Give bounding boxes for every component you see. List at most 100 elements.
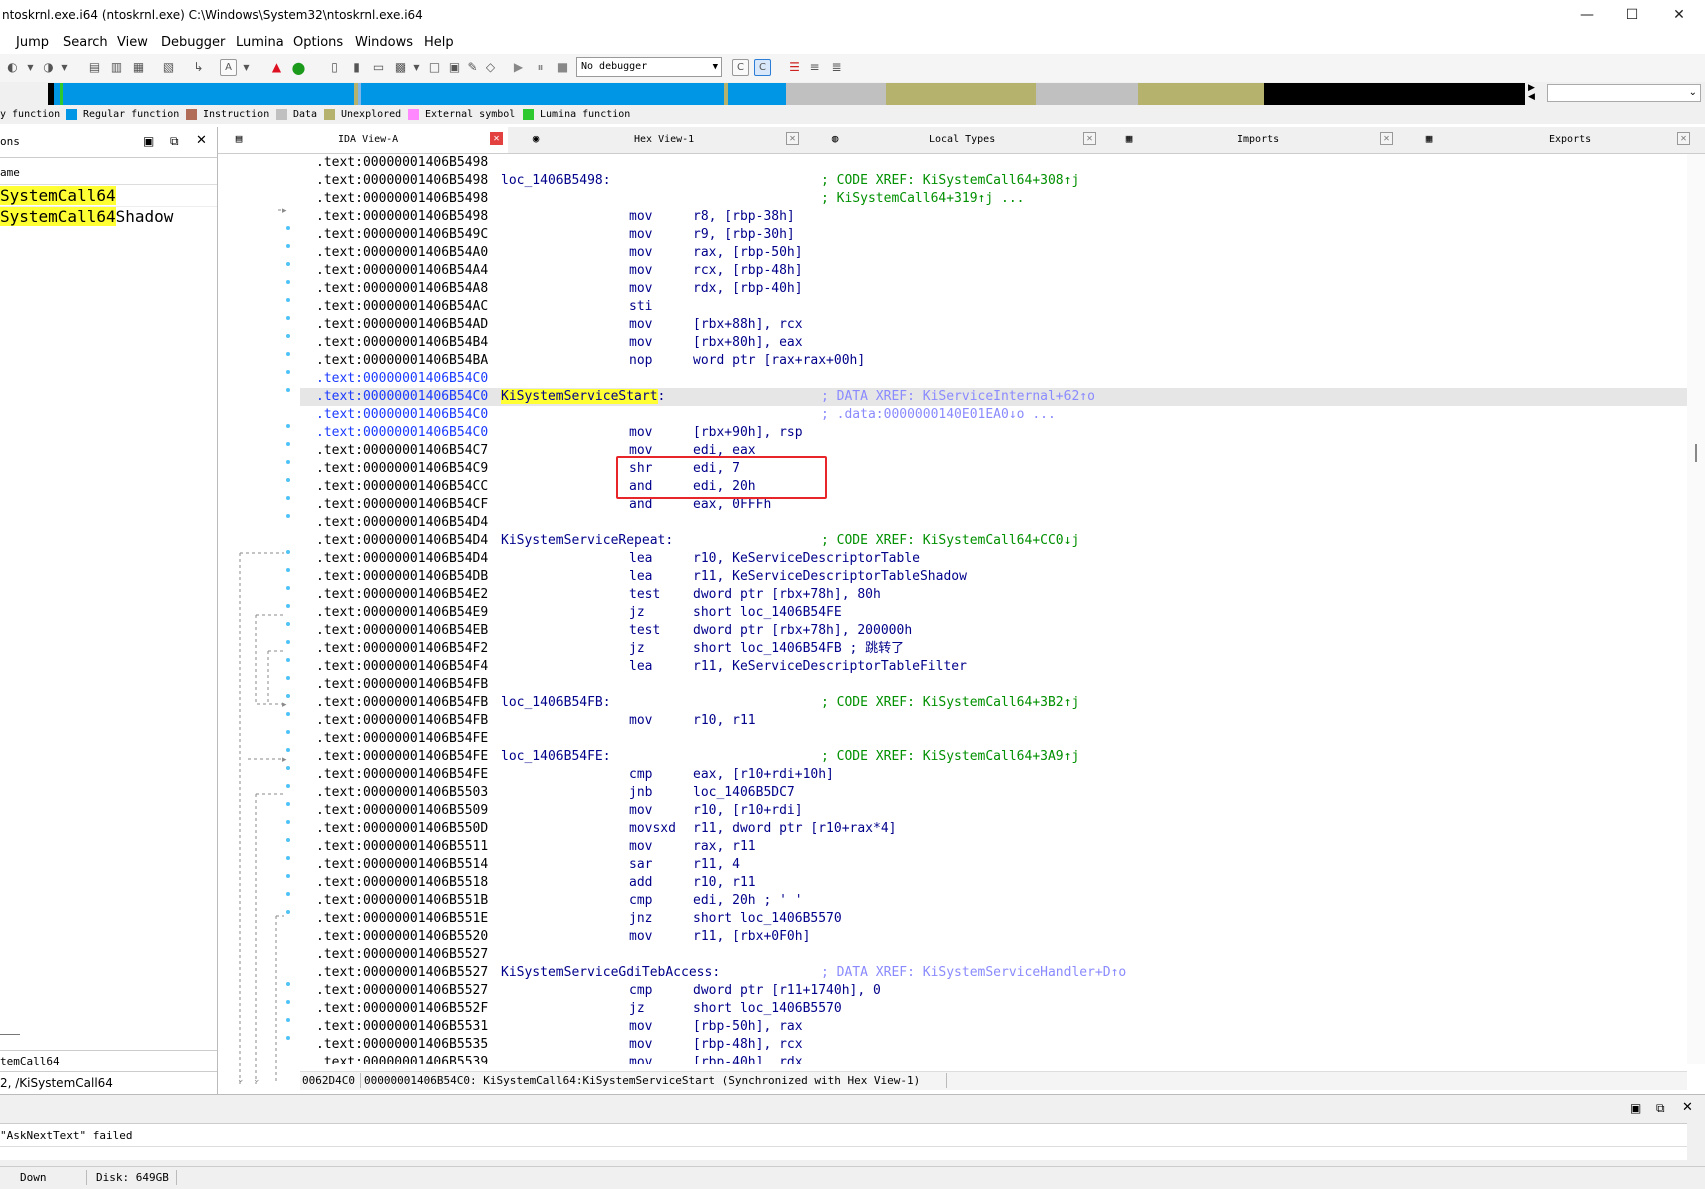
- code-line[interactable]: .text:00000001406B5498 mov r8, [rbp-38h]: [300, 208, 1687, 226]
- code-line[interactable]: .text:00000001406B54A0 mov rax, [rbp-50h]: [300, 244, 1687, 262]
- code-line[interactable]: .text:00000001406B54CC and edi, 20h: [300, 478, 1687, 496]
- back-icon[interactable]: ◐: [4, 59, 21, 76]
- string-icon[interactable]: ▮: [348, 59, 365, 76]
- save-icon[interactable]: ▥: [108, 59, 125, 76]
- instruction-operands[interactable]: [rbx+90h], rsp: [693, 424, 803, 442]
- tab-hex-view-1[interactable]: ◉ Hex View-1 ✕: [517, 127, 807, 153]
- line-label[interactable]: KiSystemServiceRepeat:: [501, 532, 673, 550]
- start-debug-icon[interactable]: ▶: [510, 59, 527, 76]
- menu-debugger[interactable]: Debugger: [161, 35, 225, 50]
- scroll-indicator[interactable]: [0, 1034, 20, 1035]
- code-line[interactable]: .text:00000001406B54A8 mov rdx, [rbp-40h]: [300, 280, 1687, 298]
- restore-icon[interactable]: ⧉: [1656, 1101, 1665, 1116]
- tab-ida-view-a[interactable]: ▤ IDA View-A ✕: [218, 127, 508, 153]
- instruction-operands[interactable]: eax, [r10+rdi+10h]: [693, 766, 834, 784]
- code-line[interactable]: .text:00000001406B551E jnz short loc_1406B…: [300, 910, 1687, 928]
- line-label[interactable]: loc_1406B54FE:: [501, 748, 611, 766]
- instruction-operands[interactable]: r11, KeServiceDescriptorTableFilter: [693, 658, 967, 676]
- instruction-operands[interactable]: r11, dword ptr [r10+rax*4]: [693, 820, 897, 838]
- code-line[interactable]: .text:00000001406B54D4 KiSystemServiceRep…: [300, 532, 1687, 550]
- instruction-operands[interactable]: short loc_1406B5570: [693, 1000, 842, 1018]
- instruction-operands[interactable]: r8, [rbp-38h]: [693, 208, 795, 226]
- instruction-operands[interactable]: rcx, [rbp-48h]: [693, 262, 803, 280]
- save-as-icon[interactable]: ▦: [130, 59, 147, 76]
- code-line[interactable]: .text:00000001406B5520 mov r11, [rbx+0F0h]: [300, 928, 1687, 946]
- menu-options[interactable]: Options: [293, 35, 343, 50]
- close-icon[interactable]: ✕: [1083, 132, 1096, 145]
- copy-icon[interactable]: ▧: [160, 59, 177, 76]
- code-line[interactable]: .text:00000001406B552F jz short loc_1406B5…: [300, 1000, 1687, 1018]
- code-line[interactable]: .text:00000001406B54C0 KiSystemServiceSta…: [300, 388, 1687, 406]
- code-line[interactable]: .text:00000001406B5511 mov rax, r11: [300, 838, 1687, 856]
- code-line[interactable]: .text:00000001406B54EB test dword ptr [rbx…: [300, 622, 1687, 640]
- instruction-operands[interactable]: [rbp-40h], rdx: [693, 1054, 803, 1064]
- code-line[interactable]: .text:00000001406B54FB loc_1406B54FB: ; CO…: [300, 694, 1687, 712]
- instruction-operands[interactable]: dword ptr [rbx+78h], 80h: [693, 586, 881, 604]
- code-line[interactable]: .text:00000001406B54FE loc_1406B54FE: ; CO…: [300, 748, 1687, 766]
- instruction-operands[interactable]: short loc_1406B54FE: [693, 604, 842, 622]
- data-icon[interactable]: ▯: [326, 59, 343, 76]
- instruction-operands[interactable]: r10, r11: [693, 874, 756, 892]
- code-line[interactable]: .text:00000001406B54D4: [300, 514, 1687, 532]
- code-line[interactable]: .text:00000001406B54C0 mov [rbx+90h], rsp: [300, 424, 1687, 442]
- code-line[interactable]: .text:00000001406B5498 ; KiSystemCall64+3…: [300, 190, 1687, 208]
- code-icon[interactable]: ▣: [446, 59, 463, 76]
- code-line[interactable]: .text:00000001406B54C0: [300, 370, 1687, 388]
- nav-combo[interactable]: ⌄: [1547, 84, 1701, 102]
- close-icon[interactable]: ✕: [786, 132, 799, 145]
- instruction-operands[interactable]: short loc_1406B5570: [693, 910, 842, 928]
- navigation-bar[interactable]: [48, 83, 1525, 105]
- code-line[interactable]: .text:00000001406B54F4 lea r11, KeServiceD…: [300, 658, 1687, 676]
- code-line[interactable]: .text:00000001406B550D movsxd r11, dword p…: [300, 820, 1687, 838]
- instruction-operands[interactable]: dword ptr [rbx+78h], 200000h: [693, 622, 912, 640]
- instruction-operands[interactable]: r9, [rbp-30h]: [693, 226, 795, 244]
- instruction-operands[interactable]: short loc_1406B54FB ; 跳转了: [693, 640, 904, 658]
- line-label[interactable]: loc_1406B54FB:: [501, 694, 611, 712]
- code-line[interactable]: .text:00000001406B5498: [300, 154, 1687, 172]
- code-line[interactable]: .text:00000001406B5514 sar r11, 4: [300, 856, 1687, 874]
- list-red-icon[interactable]: ☰: [786, 59, 803, 76]
- minimize-button[interactable]: —: [1572, 4, 1602, 26]
- graph-red-icon[interactable]: ▲: [268, 59, 285, 76]
- instruction-operands[interactable]: word ptr [rax+rax+00h]: [693, 352, 865, 370]
- struct-dropdown-icon[interactable]: ▼: [408, 59, 425, 76]
- code-line[interactable]: .text:00000001406B5535 mov [rbp-48h], rcx: [300, 1036, 1687, 1054]
- nav-arrows-icon[interactable]: ▶ ◀: [1528, 84, 1535, 102]
- line-label[interactable]: KiSystemServiceStart:: [501, 388, 665, 406]
- close-icon[interactable]: ✕: [490, 132, 503, 145]
- tab-exports[interactable]: ▦ Exports ✕: [1418, 127, 1705, 153]
- code-line[interactable]: .text:00000001406B54E2 test dword ptr [rbx…: [300, 586, 1687, 604]
- code-line[interactable]: .text:00000001406B54FE cmp eax, [r10+rdi+1…: [300, 766, 1687, 784]
- array-icon[interactable]: ▭: [370, 59, 387, 76]
- open-icon[interactable]: ▤: [86, 59, 103, 76]
- instruction-operands[interactable]: r11, KeServiceDescriptorTableShadow: [693, 568, 967, 586]
- instruction-operands[interactable]: rdx, [rbp-40h]: [693, 280, 803, 298]
- instruction-operands[interactable]: r10, r11: [693, 712, 756, 730]
- instruction-operands[interactable]: dword ptr [r11+1740h], 0: [693, 982, 881, 1000]
- code-line[interactable]: .text:00000001406B54C0 ; .data:0000000140…: [300, 406, 1687, 424]
- tab-local-types[interactable]: ◍ Local Types ✕: [823, 127, 1113, 153]
- code-line[interactable]: .text:00000001406B5531 mov [rbp-50h], rax: [300, 1018, 1687, 1036]
- list-icon[interactable]: ≡: [806, 59, 823, 76]
- jump-icon[interactable]: ↳: [190, 59, 207, 76]
- code-line[interactable]: .text:00000001406B54FE: [300, 730, 1687, 748]
- menu-windows[interactable]: Windows: [355, 35, 413, 50]
- code-line[interactable]: .text:00000001406B549C mov r9, [rbp-30h]: [300, 226, 1687, 244]
- code-line[interactable]: .text:00000001406B54F2 jz short loc_1406B5…: [300, 640, 1687, 658]
- forward-icon[interactable]: ◑: [40, 59, 57, 76]
- instruction-operands[interactable]: r10, [r10+rdi]: [693, 802, 803, 820]
- graph-green-icon[interactable]: ●: [290, 59, 307, 76]
- instruction-operands[interactable]: [rbp-50h], rax: [693, 1018, 803, 1036]
- list-item[interactable]: SystemCall64Shadow: [0, 207, 173, 227]
- code-line[interactable]: .text:00000001406B54FB mov r10, r11: [300, 712, 1687, 730]
- code-line[interactable]: .text:00000001406B5518 add r10, r11: [300, 874, 1687, 892]
- instruction-operands[interactable]: [rbp-48h], rcx: [693, 1036, 803, 1054]
- struct-icon[interactable]: ▩: [392, 59, 409, 76]
- close-icon[interactable]: ✕: [1677, 132, 1690, 145]
- instruction-operands[interactable]: [rbx+80h], eax: [693, 334, 803, 352]
- float-icon[interactable]: ▣: [1630, 1101, 1641, 1115]
- menu-jump[interactable]: Jump: [16, 35, 49, 50]
- instruction-operands[interactable]: r11, [rbx+0F0h]: [693, 928, 810, 946]
- undefine-icon[interactable]: □: [426, 59, 443, 76]
- text-dropdown-icon[interactable]: ▼: [238, 59, 255, 76]
